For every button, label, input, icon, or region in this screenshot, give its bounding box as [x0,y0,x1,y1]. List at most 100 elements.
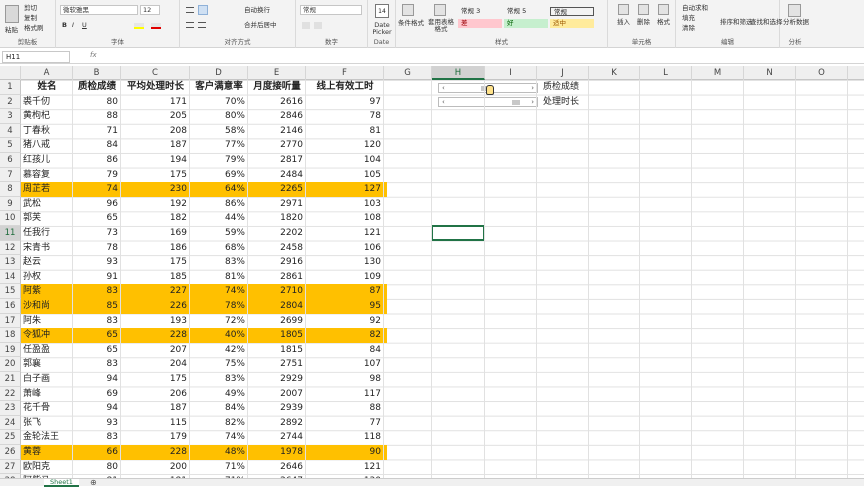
row-header-4[interactable]: 4 [0,123,21,139]
value-cell[interactable]: 171 [121,95,190,110]
value-cell[interactable]: 194 [121,153,190,168]
name-cell[interactable]: 慕容复 [21,168,73,183]
value-cell[interactable]: 206 [121,387,190,402]
name-cell[interactable]: 红孩儿 [21,153,73,168]
value-cell[interactable]: 48% [190,445,248,460]
analyze-data-icon[interactable] [788,4,801,17]
column-header-l[interactable]: L [640,66,692,80]
value-cell[interactable]: 2646 [248,460,306,475]
merge-center-button[interactable]: 合并后居中 [244,21,277,30]
value-cell[interactable]: 103 [306,197,384,212]
name-cell[interactable]: 萧峰 [21,387,73,402]
value-cell[interactable]: 42% [190,343,248,358]
style-cell-bad[interactable]: 差 [458,19,502,28]
value-cell[interactable]: 2202 [248,226,306,241]
italic-button[interactable]: I [72,21,74,30]
conditional-format-icon[interactable] [402,4,414,16]
value-cell[interactable]: 2929 [248,372,306,387]
value-cell[interactable]: 79% [190,153,248,168]
value-cell[interactable]: 44% [190,211,248,226]
value-cell[interactable]: 182 [121,211,190,226]
column-header-d[interactable]: D [190,66,248,80]
column-header-k[interactable]: K [589,66,640,80]
column-title-e[interactable]: 月度接听量 [248,80,306,95]
value-cell[interactable]: 2146 [248,124,306,139]
name-cell[interactable]: 孙权 [21,270,73,285]
row-header-6[interactable]: 6 [0,153,21,168]
value-cell[interactable]: 193 [121,314,190,329]
value-cell[interactable]: 2484 [248,168,306,183]
value-cell[interactable]: 74% [190,284,248,299]
value-cell[interactable]: 226 [121,299,190,314]
column-header-b[interactable]: B [73,66,121,80]
value-cell[interactable]: 118 [306,430,384,445]
value-cell[interactable]: 59% [190,226,248,241]
font-color-icon[interactable] [151,23,161,29]
value-cell[interactable]: 93 [73,416,121,431]
value-cell[interactable]: 72% [190,314,248,329]
value-cell[interactable]: 130 [306,255,384,270]
name-cell[interactable]: 武松 [21,197,73,212]
name-cell[interactable]: 猪八戒 [21,138,73,153]
value-cell[interactable]: 185 [121,270,190,285]
column-header-m[interactable]: M [692,66,744,80]
bold-button[interactable]: B [62,21,67,30]
value-cell[interactable]: 2744 [248,430,306,445]
underline-button[interactable]: U [82,21,87,30]
value-cell[interactable]: 92 [306,314,384,329]
value-cell[interactable]: 84 [73,138,121,153]
row-header-23[interactable]: 23 [0,401,21,416]
value-cell[interactable]: 2892 [248,416,306,431]
name-cell[interactable]: 金轮法王 [21,430,73,445]
conditional-format-button[interactable]: 条件格式 [398,19,424,28]
style-cell-normal[interactable]: 常规 [550,7,594,16]
name-cell[interactable]: 花千骨 [21,401,73,416]
value-cell[interactable]: 121 [306,460,384,475]
scroll-left-arrow-icon[interactable]: ‹ [442,84,445,92]
value-cell[interactable]: 108 [306,211,384,226]
value-cell[interactable]: 2939 [248,401,306,416]
value-cell[interactable]: 227 [121,284,190,299]
scrollbar-thumb-2[interactable] [511,100,520,105]
row-header-20[interactable]: 20 [0,357,21,372]
column-title-c[interactable]: 平均处理时长 [121,80,190,95]
value-cell[interactable]: 175 [121,255,190,270]
value-cell[interactable]: 107 [306,357,384,372]
value-cell[interactable]: 78 [73,241,121,256]
value-cell[interactable]: 2007 [248,387,306,402]
value-cell[interactable]: 2751 [248,357,306,372]
clear-button[interactable]: 清除 [682,24,695,33]
value-cell[interactable]: 88 [306,401,384,416]
name-cell[interactable]: 阿紫 [21,284,73,299]
value-cell[interactable]: 2971 [248,197,306,212]
value-cell[interactable]: 2861 [248,270,306,285]
value-cell[interactable]: 95 [306,299,384,314]
row-header-18[interactable]: 18 [0,328,21,343]
format-button[interactable]: 格式 [657,18,670,27]
table-format-button[interactable]: 套用表格格式 [427,19,455,33]
value-cell[interactable]: 121 [306,226,384,241]
value-cell[interactable]: 85 [73,299,121,314]
row-header-14[interactable]: 14 [0,269,21,285]
value-cell[interactable]: 104 [306,153,384,168]
value-cell[interactable]: 80% [190,109,248,124]
value-cell[interactable]: 2770 [248,138,306,153]
row-header-22[interactable]: 22 [0,386,21,402]
value-cell[interactable]: 208 [121,124,190,139]
align-middle-icon[interactable] [198,5,208,15]
style-cell-neutral[interactable]: 适中 [550,19,594,28]
row-header-9[interactable]: 9 [0,196,21,212]
value-cell[interactable]: 120 [306,138,384,153]
name-cell[interactable]: 沙和尚 [21,299,73,314]
row-header-11[interactable]: 11 [0,226,21,241]
row-header-3[interactable]: 3 [0,109,21,124]
name-cell[interactable]: 阿朱 [21,314,73,329]
name-cell[interactable]: 赵云 [21,255,73,270]
name-cell[interactable]: 黄枸杞 [21,109,73,124]
row-header-2[interactable]: 2 [0,94,21,110]
row-header-1[interactable]: 1 [0,80,21,95]
value-cell[interactable]: 40% [190,328,248,343]
value-cell[interactable]: 69% [190,168,248,183]
row-header-27[interactable]: 27 [0,459,21,475]
style-cell-normal3[interactable]: 常规 3 [458,7,502,16]
